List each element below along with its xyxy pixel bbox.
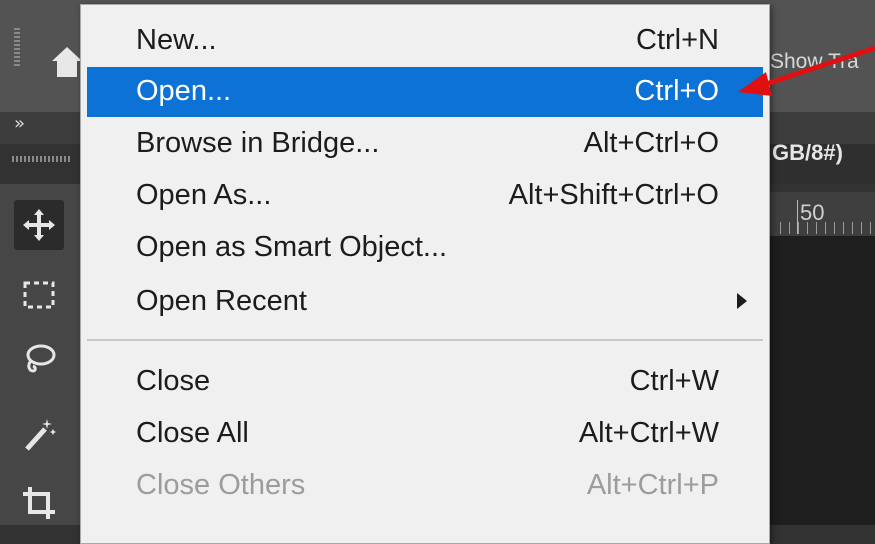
annotation-arrow-icon xyxy=(738,45,875,96)
menu-item-shortcut: Ctrl+N xyxy=(636,24,719,56)
menu-item-open-as-smart-object[interactable]: Open as Smart Object... xyxy=(87,223,763,273)
menu-item-browse-in-bridge[interactable]: Browse in Bridge... Alt+Ctrl+O xyxy=(87,119,763,169)
menu-item-label: Close xyxy=(136,365,211,397)
lasso-icon[interactable] xyxy=(14,334,64,384)
menu-item-close-others: Close Others Alt+Ctrl+P xyxy=(87,461,763,511)
menu-item-label: Browse in Bridge... xyxy=(136,127,380,159)
menu-item-close[interactable]: Close Ctrl+W xyxy=(87,357,763,407)
toolbar-grip[interactable] xyxy=(12,156,72,162)
menu-item-open[interactable]: Open... Ctrl+O xyxy=(87,67,763,117)
menu-item-label: Open Recent xyxy=(136,285,307,317)
ruler-ticks xyxy=(780,222,875,234)
menu-item-shortcut: Alt+Ctrl+W xyxy=(578,417,719,449)
canvas-area[interactable] xyxy=(770,236,875,525)
menu-item-shortcut: Ctrl+W xyxy=(629,365,719,397)
menu-item-label: Open... xyxy=(136,75,232,107)
menu-separator xyxy=(87,339,763,341)
file-menu-dropdown: New... Ctrl+N Open... Ctrl+O Browse in B… xyxy=(80,4,770,544)
move-tool-icon[interactable] xyxy=(14,200,64,250)
menu-item-label: Close Others xyxy=(136,469,306,501)
menu-item-new[interactable]: New... Ctrl+N xyxy=(87,16,763,66)
menu-item-shortcut: Alt+Shift+Ctrl+O xyxy=(508,179,719,211)
collapse-chevron-icon[interactable]: » xyxy=(14,113,25,134)
magic-wand-icon[interactable] xyxy=(14,410,64,460)
tools-panel xyxy=(0,184,80,525)
crop-icon[interactable] xyxy=(14,478,64,528)
menu-item-open-recent[interactable]: Open Recent xyxy=(87,277,763,327)
panel-grip[interactable] xyxy=(14,28,20,68)
menu-item-label: New... xyxy=(136,24,217,56)
menu-item-open-as[interactable]: Open As... Alt+Shift+Ctrl+O xyxy=(87,171,763,221)
menu-item-close-all[interactable]: Close All Alt+Ctrl+W xyxy=(87,409,763,459)
menu-item-shortcut: Alt+Ctrl+P xyxy=(586,469,719,501)
menu-item-label: Open As... xyxy=(136,179,272,211)
ruler-value: 50 xyxy=(800,200,825,225)
menu-item-label: Open as Smart Object... xyxy=(136,231,448,263)
menu-item-shortcut: Ctrl+O xyxy=(634,75,719,107)
rectangular-marquee-icon[interactable] xyxy=(14,270,64,320)
document-tab[interactable]: GB/8#) xyxy=(772,140,843,166)
menu-item-shortcut: Alt+Ctrl+O xyxy=(583,127,719,159)
menu-item-label: Close All xyxy=(136,417,249,449)
home-icon[interactable] xyxy=(50,44,84,80)
submenu-arrow-icon xyxy=(737,293,747,309)
